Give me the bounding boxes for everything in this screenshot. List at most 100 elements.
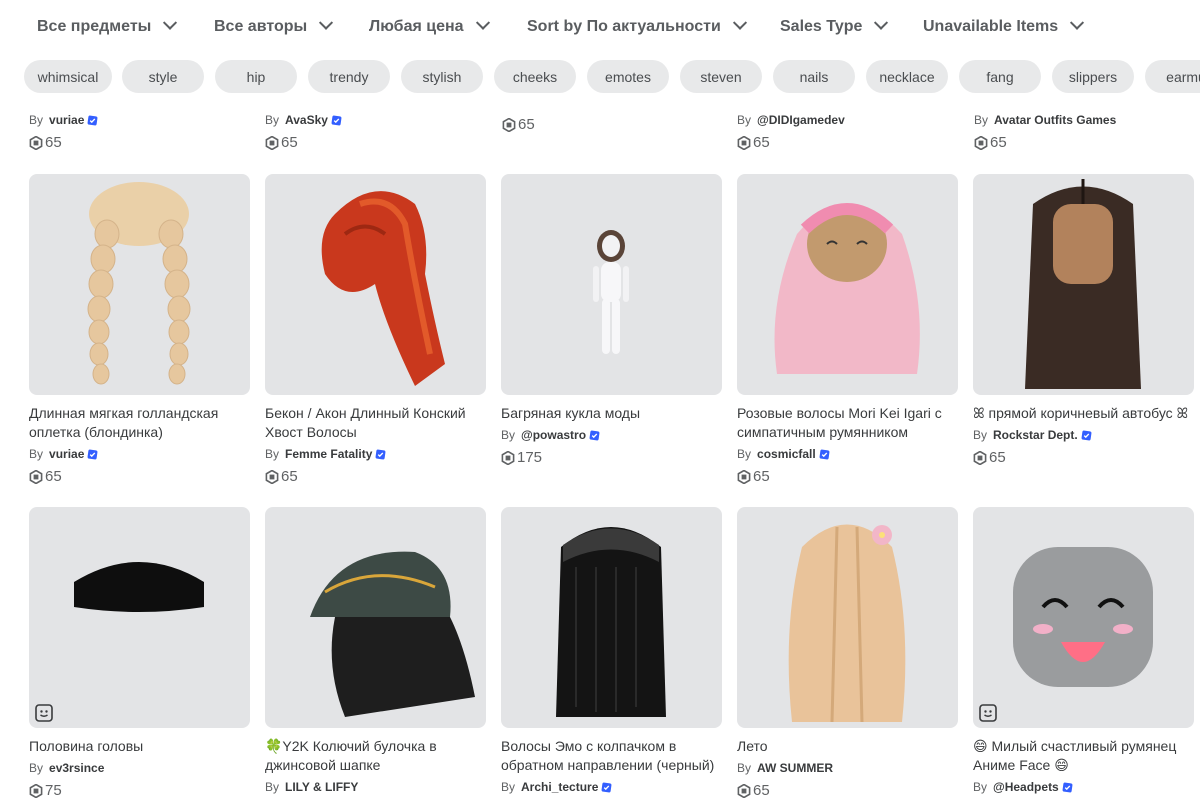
tag-chip[interactable]: steven — [680, 60, 762, 93]
verified-badge-icon — [1062, 782, 1073, 792]
creator-name[interactable]: Avatar Outfits Games — [994, 113, 1116, 127]
tag-chip[interactable]: stylish — [401, 60, 483, 93]
creator-line: By ev3rsince — [29, 761, 104, 775]
filter-unavailable-items[interactable]: Unavailable Items — [923, 15, 1085, 36]
verified-badge-icon — [375, 449, 386, 459]
item-thumbnail[interactable] — [501, 174, 722, 395]
creator-name[interactable]: ev3rsince — [49, 761, 104, 775]
item-title[interactable]: Половина головы — [29, 737, 251, 756]
price: 65 — [737, 134, 770, 151]
item-title[interactable]: Бекон / Акон Длинный Конский Хвост Волос… — [265, 404, 487, 442]
chevron-down-icon — [475, 15, 490, 30]
robux-icon — [502, 117, 516, 132]
item-thumbnail[interactable] — [973, 507, 1194, 728]
item-thumbnail[interactable] — [973, 174, 1194, 395]
item-thumbnail[interactable] — [265, 174, 486, 395]
item-title[interactable]: ꕤ прямой коричневый автобус ꕤ — [973, 404, 1195, 423]
tag-chip[interactable]: fang — [959, 60, 1041, 93]
by-label: By — [974, 113, 989, 127]
tag-chip[interactable]: nails — [773, 60, 855, 93]
creator-line: By Avatar Outfits Games — [974, 113, 1116, 127]
tag-chip[interactable]: earmu — [1145, 60, 1200, 93]
filter-sort-by[interactable]: Sort by По актуальности — [527, 15, 747, 36]
creator-name[interactable]: AvaSky — [285, 113, 328, 127]
filter-all-items[interactable]: Все предметы — [37, 15, 178, 36]
filter-label: Любая цена — [369, 18, 464, 35]
creator-name[interactable]: @Headpets — [993, 780, 1059, 794]
creator-name[interactable]: cosmicfall — [757, 447, 816, 461]
pink-hair-icon — [774, 203, 920, 374]
filter-any-price[interactable]: Любая цена — [369, 15, 490, 36]
straight-brown-hair-icon — [1025, 179, 1141, 389]
creator-name[interactable]: vuriae — [49, 447, 84, 461]
price: 75 — [29, 782, 62, 799]
robux-icon — [265, 135, 279, 150]
price: 65 — [265, 134, 298, 151]
by-label: By — [973, 428, 988, 442]
item-title[interactable]: 😄 Милый счастливый румянец Аниме Face 😄 — [973, 737, 1195, 775]
tag-chip[interactable]: cheeks — [494, 60, 576, 93]
tag-chip[interactable]: slippers — [1052, 60, 1134, 93]
creator-name[interactable]: @DIDIgamedev — [757, 113, 845, 127]
tag-chip[interactable]: hip — [215, 60, 297, 93]
item-thumbnail[interactable] — [29, 507, 250, 728]
creator-name[interactable]: Rockstar Dept. — [993, 428, 1078, 442]
price-value: 65 — [45, 134, 62, 151]
tag-chip[interactable]: trendy — [308, 60, 390, 93]
item-title[interactable]: Лето — [737, 737, 959, 756]
creator-name[interactable]: Archi_tecture — [521, 780, 598, 794]
filter-all-creators[interactable]: Все авторы — [214, 15, 334, 36]
creator-name[interactable]: Femme Fatality — [285, 447, 372, 461]
emo-black-hair-icon — [556, 527, 666, 717]
item-title[interactable]: Розовые волосы Mori Kei Igari с симпатич… — [737, 404, 959, 442]
filter-sales-type[interactable]: Sales Type — [780, 15, 889, 36]
creator-line: By LILY & LIFFY — [265, 780, 358, 794]
filter-label: Все авторы — [214, 18, 308, 35]
creator-line: By Rockstar Dept. — [973, 428, 1092, 442]
tag-chip[interactable]: whimsical — [24, 60, 112, 93]
robux-icon — [501, 450, 515, 465]
summer-blonde-hair-icon — [788, 524, 906, 723]
price-value: 65 — [281, 468, 298, 485]
creator-name[interactable]: LILY & LIFFY — [285, 780, 358, 794]
price-value: 65 — [753, 782, 770, 799]
robux-icon — [737, 783, 751, 798]
price: 65 — [265, 468, 298, 485]
by-label: By — [501, 780, 516, 794]
by-label: By — [737, 113, 752, 127]
robux-icon — [737, 469, 751, 484]
blonde-braids-hair-icon — [87, 182, 191, 385]
creator-line: By AW SUMMER — [737, 761, 833, 775]
item-title[interactable]: Длинная мягкая голландская оплетка (блон… — [29, 404, 251, 442]
denim-cap-hair-icon — [310, 551, 475, 717]
creator-name[interactable]: @powastro — [521, 428, 586, 442]
item-title[interactable]: Волосы Эмо с колпачком в обратном направ… — [501, 737, 723, 775]
item-thumbnail[interactable] — [265, 507, 486, 728]
item-thumbnail[interactable] — [29, 174, 250, 395]
chevron-down-icon — [874, 15, 889, 30]
tag-chip[interactable]: style — [122, 60, 204, 93]
by-label: By — [265, 447, 280, 461]
price-value: 75 — [45, 782, 62, 799]
item-thumbnail[interactable] — [737, 507, 958, 728]
by-label: By — [29, 113, 44, 127]
tag-chip[interactable]: emotes — [587, 60, 669, 93]
creator-name[interactable]: vuriae — [49, 113, 84, 127]
by-label: By — [737, 447, 752, 461]
by-label: By — [973, 780, 988, 794]
creator-line: By Archi_tecture — [501, 780, 612, 794]
creator-line: By Femme Fatality — [265, 447, 386, 461]
price: 65 — [737, 782, 770, 799]
chevron-down-icon — [732, 15, 747, 30]
item-thumbnail[interactable] — [501, 507, 722, 728]
robux-icon — [29, 783, 43, 798]
price: 65 — [737, 468, 770, 485]
creator-name[interactable]: AW SUMMER — [757, 761, 833, 775]
creator-line: By @DIDIgamedev — [737, 113, 845, 127]
tag-chip[interactable]: necklace — [866, 60, 948, 93]
price: 65 — [29, 468, 62, 485]
item-thumbnail[interactable] — [737, 174, 958, 395]
item-title[interactable]: Багряная кукла моды — [501, 404, 723, 423]
robux-icon — [974, 135, 988, 150]
item-title[interactable]: 🍀Y2K Колючий булочка в джинсовой шапке — [265, 737, 487, 775]
